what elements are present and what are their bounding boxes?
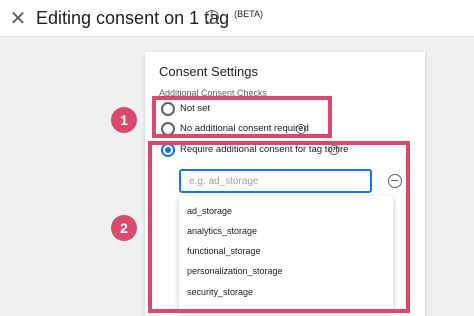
radio-require-additional-consent[interactable] <box>161 143 175 157</box>
help-icon[interactable]: ? <box>296 124 306 134</box>
close-icon[interactable]: ✕ <box>8 8 28 28</box>
top-bar: ✕ Editing consent on 1 tag (BETA) i <box>0 0 474 37</box>
dropdown-item[interactable]: personalization_storage <box>187 266 283 276</box>
section-label: Additional Consent Checks <box>159 88 268 98</box>
help-icon[interactable]: ? <box>329 145 339 155</box>
card-title: Consent Settings <box>159 64 259 79</box>
info-icon[interactable]: i <box>205 10 219 24</box>
option-label-not-set: Not set <box>180 103 211 114</box>
option-label-no-additional-consent: No additional consent required <box>180 123 309 134</box>
annotation-badge-2: 2 <box>111 215 137 241</box>
dropdown-item[interactable]: security_storage <box>187 287 253 297</box>
page-title: Editing consent on 1 tag (BETA) <box>36 8 263 29</box>
radio-no-additional-consent[interactable] <box>161 122 175 136</box>
beta-label: (BETA) <box>234 9 263 19</box>
option-label-require-additional-consent: Require additional consent for tag to fi… <box>180 144 349 155</box>
consent-type-input[interactable] <box>179 169 372 193</box>
radio-not-set[interactable] <box>161 102 175 116</box>
annotation-badge-1: 1 <box>111 107 137 133</box>
dropdown-item[interactable]: functional_storage <box>187 246 261 256</box>
dropdown-item[interactable]: ad_storage <box>187 206 232 216</box>
title-text: Editing consent on 1 tag <box>36 8 230 28</box>
dropdown-item[interactable]: analytics_storage <box>187 226 257 236</box>
remove-circle-icon[interactable] <box>388 174 402 188</box>
